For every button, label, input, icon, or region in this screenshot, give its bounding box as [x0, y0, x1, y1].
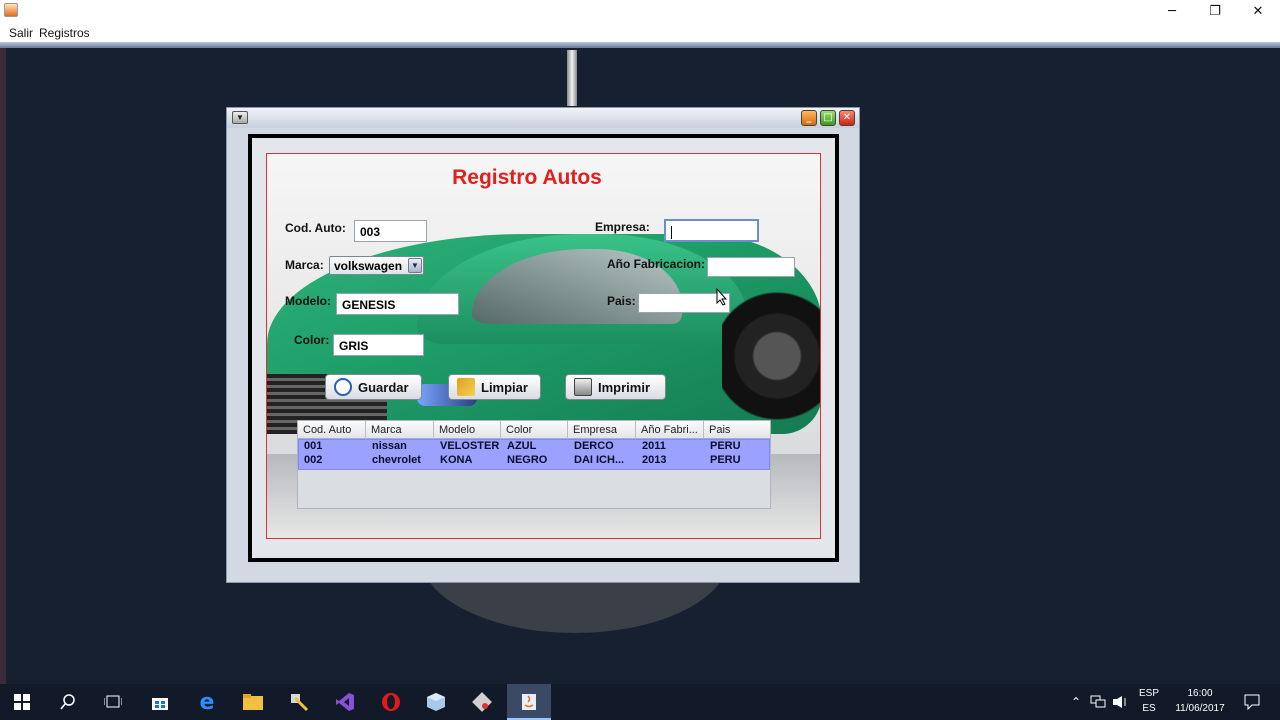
- column-header[interactable]: Pais: [704, 421, 770, 439]
- speaker-icon[interactable]: [1108, 690, 1132, 714]
- frame-maximize-button[interactable]: □: [820, 110, 836, 126]
- guardar-button[interactable]: Guardar: [325, 374, 422, 400]
- java-app-taskbar-icon[interactable]: [517, 690, 541, 714]
- registro-autos-panel: Registro Autos Cod. Auto: 003 Marca: vol…: [266, 153, 821, 539]
- clock-time: 16:00: [1187, 688, 1213, 699]
- empresa-field[interactable]: [664, 219, 759, 242]
- marca-label: Marca:: [285, 258, 324, 272]
- table-row[interactable]: 002 chevrolet KONA NEGRO DAI ICH... 2013…: [299, 454, 771, 469]
- file-explorer-icon[interactable]: [241, 690, 265, 714]
- table-cell: KONA: [440, 454, 473, 466]
- language-indicator[interactable]: ESP ES: [1137, 688, 1161, 714]
- table-cell: AZUL: [507, 440, 537, 452]
- table-cell: chevrolet: [372, 454, 421, 466]
- imprimir-button[interactable]: Imprimir: [565, 374, 666, 400]
- column-header[interactable]: Modelo: [434, 421, 501, 439]
- opera-icon[interactable]: [379, 690, 403, 714]
- menu-salir[interactable]: Salir: [9, 26, 33, 40]
- printer-icon: [574, 378, 592, 396]
- guardar-label: Guardar: [358, 379, 409, 395]
- table-cell: DAI ICH...: [574, 454, 625, 466]
- background-post: [567, 50, 577, 106]
- internal-frame-titlebar[interactable]: ▼ _ □ ✕: [227, 108, 859, 128]
- color-field[interactable]: GRIS: [333, 334, 424, 356]
- table-cell: VELOSTER: [440, 440, 500, 452]
- table-header: Cod. Auto Marca Modelo Color Empresa Año…: [298, 421, 770, 439]
- network-tool-icon[interactable]: [470, 690, 494, 714]
- table-cell: PERU: [710, 440, 741, 452]
- network-icon[interactable]: [1086, 690, 1110, 714]
- edge-browser-icon[interactable]: e: [195, 690, 219, 715]
- cod-auto-label: Cod. Auto:: [285, 221, 346, 235]
- table-body: 001 nissan VELOSTER AZUL DERCO 2011 PERU…: [298, 439, 770, 470]
- minimize-button[interactable]: ─: [1150, 0, 1194, 22]
- store-icon[interactable]: [148, 690, 172, 714]
- text-caret: [671, 226, 672, 240]
- frame-minimize-button[interactable]: _: [801, 110, 817, 126]
- marca-selected-value: volkswagen: [334, 259, 403, 273]
- table-row[interactable]: 001 nissan VELOSTER AZUL DERCO 2011 PERU: [299, 440, 771, 455]
- task-view-icon[interactable]: [101, 690, 125, 714]
- menubar: Salir Registros: [0, 22, 1280, 42]
- chevron-up-icon[interactable]: ⌃: [1064, 690, 1088, 714]
- table-cell: 2013: [642, 454, 667, 466]
- column-header[interactable]: Cod. Auto: [298, 421, 366, 439]
- empresa-label: Empresa:: [595, 220, 650, 234]
- anio-fabricacion-field[interactable]: [707, 257, 795, 277]
- cod-auto-field[interactable]: 003: [354, 220, 427, 242]
- app-titlebar: ─ ❐ ✕: [0, 0, 1280, 22]
- form-title: Registro Autos: [452, 166, 602, 189]
- clock[interactable]: 16:00 11/06/2017: [1168, 688, 1232, 714]
- limpiar-button[interactable]: Limpiar: [448, 374, 541, 400]
- modelo-field[interactable]: GENESIS: [336, 293, 459, 315]
- table-cell: 001: [304, 440, 323, 452]
- desktop-edge: [0, 48, 6, 684]
- frame-menu-icon[interactable]: ▼: [232, 111, 248, 124]
- mouse-cursor-icon: [716, 288, 728, 306]
- column-header[interactable]: Marca: [366, 421, 434, 439]
- frame-close-button[interactable]: ✕: [839, 110, 855, 126]
- menu-registros[interactable]: Registros: [39, 26, 90, 40]
- column-header[interactable]: Año Fabri...: [636, 421, 704, 439]
- taskbar: e ⌃ ESP ES 16:00 11/06/2017: [0, 684, 1280, 720]
- limpiar-label: Limpiar: [481, 379, 528, 395]
- tools-icon[interactable]: [287, 690, 311, 714]
- column-header[interactable]: Color: [501, 421, 568, 439]
- keyboard-layout: ES: [1142, 703, 1156, 714]
- table-cell: nissan: [372, 440, 407, 452]
- compass-icon: [334, 378, 352, 396]
- language-code: ESP: [1138, 688, 1159, 699]
- java-app-icon: [4, 3, 18, 17]
- close-button[interactable]: ✕: [1236, 0, 1280, 22]
- table-cell: 002: [304, 454, 323, 466]
- search-icon[interactable]: [56, 690, 80, 714]
- broom-icon: [457, 378, 475, 396]
- windows-start-icon[interactable]: [10, 690, 34, 714]
- table-cell: 2011: [642, 440, 666, 452]
- clock-date: 11/06/2017: [1175, 703, 1225, 714]
- color-label: Color:: [294, 333, 330, 347]
- visual-studio-icon[interactable]: [333, 690, 357, 714]
- table-cell: DERCO: [574, 440, 614, 452]
- table-cell: PERU: [710, 454, 741, 466]
- modelo-label: Modelo:: [285, 294, 331, 308]
- autos-table: Cod. Auto Marca Modelo Color Empresa Año…: [297, 420, 771, 509]
- column-header[interactable]: Empresa: [568, 421, 636, 439]
- pais-label: Pais:: [607, 294, 636, 308]
- virtualbox-icon[interactable]: [424, 690, 448, 714]
- table-cell: NEGRO: [507, 454, 548, 466]
- notifications-icon[interactable]: [1240, 690, 1264, 714]
- imprimir-label: Imprimir: [598, 379, 651, 395]
- anio-fabricacion-label: Año Fabricacion:: [607, 257, 706, 271]
- restore-button[interactable]: ❐: [1193, 0, 1237, 22]
- chevron-down-icon[interactable]: ▼: [408, 258, 422, 273]
- marca-combobox[interactable]: volkswagen ▼: [329, 256, 424, 275]
